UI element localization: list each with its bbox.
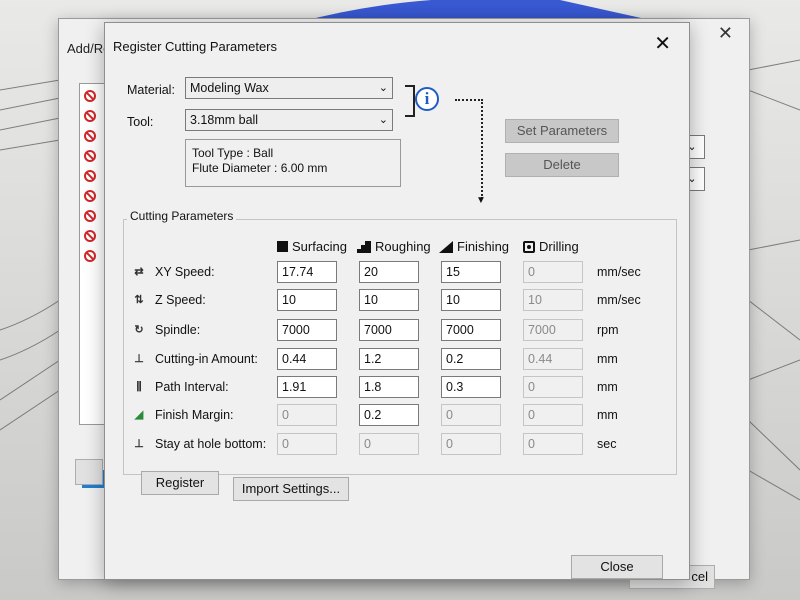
unit-label: rpm (597, 323, 619, 337)
xy-speed-drilling-field: 0 (523, 261, 583, 283)
xy-speed-finishing-field[interactable]: 15 (441, 261, 501, 283)
cutting-in-surfacing-field[interactable]: 0.44 (277, 348, 337, 370)
spindle-icon: ↻ (134, 324, 144, 336)
error-icon (84, 210, 96, 222)
xy-speed-roughing-field[interactable]: 20 (359, 261, 419, 283)
stay-hole-roughing-field: 0 (359, 433, 419, 455)
chevron-down-icon: ⌄ (378, 114, 388, 126)
finish-margin-surfacing-field: 0 (277, 404, 337, 426)
close-button[interactable]: Close (571, 555, 663, 579)
path-interval-surfacing-field[interactable]: 1.91 (277, 376, 337, 398)
row-label-xy-speed: XY Speed: (155, 265, 215, 279)
row-label-finish-margin: Finish Margin: (155, 408, 234, 422)
tool-select[interactable]: 3.18mm ball ⌄ (185, 109, 393, 131)
stay-hole-drilling-field: 0 (523, 433, 583, 455)
column-header-finishing: Finishing (439, 239, 509, 254)
cutting-in-finishing-field[interactable]: 0.2 (441, 348, 501, 370)
unit-label: mm (597, 408, 618, 422)
error-icon (84, 90, 96, 102)
finish-margin-roughing-field[interactable]: 0.2 (359, 404, 419, 426)
bracket-connector (405, 85, 415, 117)
material-value: Modeling Wax (190, 81, 269, 95)
finish-margin-icon: ◢ (134, 409, 144, 421)
unit-label: sec (597, 437, 617, 451)
finishing-icon (439, 240, 453, 253)
error-icon (84, 130, 96, 142)
tool-type-text: Tool Type : Ball (192, 146, 274, 160)
xy-speed-icon: ⇄ (134, 266, 144, 278)
row-label-path-interval: Path Interval: (155, 380, 229, 394)
info-icon[interactable]: i (415, 87, 439, 111)
stay-hole-icon: ⊥ (134, 438, 144, 450)
z-speed-drilling-field: 10 (523, 289, 583, 311)
delete-button[interactable]: Delete (505, 153, 619, 177)
tool-value: 3.18mm ball (190, 113, 259, 127)
unit-label: mm/sec (597, 265, 641, 279)
error-icon (84, 150, 96, 162)
flute-diameter-text: Flute Diameter : 6.00 mm (192, 161, 328, 175)
error-icon (84, 230, 96, 242)
z-speed-icon: ⇅ (134, 294, 144, 306)
column-label: Surfacing (292, 239, 347, 254)
row-label-stay-at-hole-bottom: Stay at hole bottom: (155, 437, 267, 451)
column-header-roughing: Roughing (357, 239, 431, 254)
material-select[interactable]: Modeling Wax ⌄ (185, 77, 393, 99)
dotted-connector (455, 99, 483, 101)
column-label: Drilling (539, 239, 579, 254)
path-interval-icon: ⫼ (136, 381, 142, 393)
tool-info-box: Tool Type : Ball Flute Diameter : 6.00 m… (185, 139, 401, 187)
xy-speed-surfacing-field[interactable]: 17.74 (277, 261, 337, 283)
z-speed-roughing-field[interactable]: 10 (359, 289, 419, 311)
chevron-down-icon: ⌄ (378, 82, 388, 94)
register-cutting-parameters-dialog: Register Cutting Parameters ✕ Material: … (104, 22, 690, 580)
row-label-spindle: Spindle: (155, 323, 201, 337)
cutting-in-drilling-field: 0.44 (523, 348, 583, 370)
path-interval-drilling-field: 0 (523, 376, 583, 398)
import-settings-button[interactable]: Import Settings... (233, 477, 349, 501)
surfacing-icon (277, 241, 288, 252)
tool-label: Tool: (127, 115, 154, 129)
parameter-list[interactable] (79, 83, 105, 488)
spindle-roughing-field[interactable]: 7000 (359, 319, 419, 341)
unit-label: mm (597, 380, 618, 394)
finish-margin-finishing-field: 0 (441, 404, 501, 426)
column-label: Finishing (457, 239, 510, 254)
error-icon (84, 190, 96, 202)
cutting-in-roughing-field[interactable]: 1.2 (359, 348, 419, 370)
row-label-z-speed: Z Speed: (155, 293, 206, 307)
error-icon (84, 170, 96, 182)
spindle-drilling-field: 7000 (523, 319, 583, 341)
roughing-icon (357, 240, 371, 253)
error-icon (84, 250, 96, 262)
close-icon[interactable]: ✕ (654, 31, 671, 56)
spindle-surfacing-field[interactable]: 7000 (277, 319, 337, 341)
column-label: Roughing (375, 239, 431, 254)
error-icon (84, 110, 96, 122)
z-speed-surfacing-field[interactable]: 10 (277, 289, 337, 311)
cutting-in-icon: ⊥ (134, 353, 144, 365)
dotted-connector (481, 99, 483, 199)
path-interval-roughing-field[interactable]: 1.8 (359, 376, 419, 398)
spindle-finishing-field[interactable]: 7000 (441, 319, 501, 341)
background-close-icon[interactable]: ✕ (718, 23, 733, 44)
group-title: Cutting Parameters (127, 209, 237, 223)
path-interval-finishing-field[interactable]: 0.3 (441, 376, 501, 398)
dialog-title: Register Cutting Parameters (113, 39, 278, 54)
background-button[interactable] (75, 459, 103, 485)
finish-margin-drilling-field: 0 (523, 404, 583, 426)
arrow-down-icon: ▼ (476, 195, 486, 206)
unit-label: mm (597, 352, 618, 366)
row-label-cutting-in-amount: Cutting-in Amount: (155, 352, 258, 366)
stay-hole-surfacing-field: 0 (277, 433, 337, 455)
material-label: Material: (127, 83, 175, 97)
stay-hole-finishing-field: 0 (441, 433, 501, 455)
z-speed-finishing-field[interactable]: 10 (441, 289, 501, 311)
drilling-icon (523, 240, 535, 253)
unit-label: mm/sec (597, 293, 641, 307)
set-parameters-button[interactable]: Set Parameters (505, 119, 619, 143)
column-header-surfacing: Surfacing (277, 239, 347, 254)
register-button[interactable]: Register (141, 471, 219, 495)
column-header-drilling: Drilling (523, 239, 579, 254)
